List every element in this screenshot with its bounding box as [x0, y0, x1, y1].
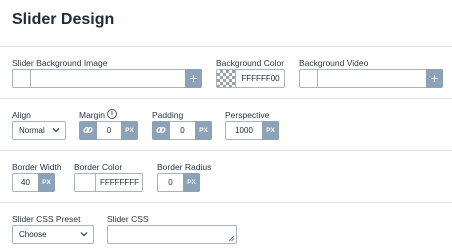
align-select[interactable]: Normal: [12, 121, 66, 140]
background-image-label: Slider Background Image: [12, 58, 108, 68]
padding-field[interactable]: 0 PX: [152, 121, 212, 140]
border-width-label: Border Width: [12, 162, 62, 172]
padding-unit[interactable]: PX: [195, 121, 212, 140]
css-preset-label: Slider CSS Preset: [12, 214, 81, 224]
border-color-value: FFFFFFFF: [99, 178, 140, 187]
chevron-down-icon: [80, 232, 88, 237]
margin-label: Margin: [79, 110, 105, 120]
chevron-down-icon: [52, 128, 60, 133]
padding-link-button[interactable]: [152, 121, 170, 140]
plus-icon: +: [430, 70, 439, 86]
padding-value: 0: [180, 126, 185, 135]
divider: [0, 46, 452, 47]
add-background-video-button[interactable]: +: [426, 69, 443, 88]
perspective-unit[interactable]: PX: [262, 121, 279, 140]
background-color-value: FFFFFF00: [241, 74, 280, 83]
border-radius-value: 0: [168, 178, 173, 187]
perspective-label: Perspective: [225, 110, 270, 120]
divider: [0, 98, 452, 99]
background-color-field[interactable]: FFFFFF00: [216, 69, 285, 88]
align-label: Align: [12, 110, 31, 120]
border-width-unit[interactable]: PX: [38, 173, 55, 192]
page-title: Slider Design: [12, 11, 115, 28]
add-background-image-button[interactable]: +: [185, 69, 202, 88]
background-video-field[interactable]: +: [299, 69, 443, 88]
background-video-label: Background Video: [299, 58, 369, 68]
transparent-swatch-icon[interactable]: [217, 70, 236, 87]
border-radius-label: Border Radius: [157, 162, 212, 172]
border-width-field[interactable]: 40 PX: [12, 173, 55, 192]
align-value: Normal: [19, 126, 45, 135]
info-icon[interactable]: i: [107, 109, 117, 119]
css-preset-select[interactable]: Choose: [12, 225, 94, 244]
margin-field[interactable]: 0 PX: [79, 121, 138, 140]
margin-link-button[interactable]: [79, 121, 97, 140]
image-preview-separator: [30, 70, 31, 87]
background-color-label: Background Color: [216, 58, 285, 68]
video-preview-separator: [317, 70, 318, 87]
border-radius-field[interactable]: 0 PX: [157, 173, 200, 192]
background-image-field[interactable]: +: [12, 69, 202, 88]
slider-css-label: Slider CSS: [107, 214, 149, 224]
border-color-field[interactable]: FFFFFFFF: [74, 173, 143, 192]
margin-unit[interactable]: PX: [121, 121, 138, 140]
border-radius-unit[interactable]: PX: [183, 173, 200, 192]
plus-icon: +: [189, 70, 198, 86]
padding-label: Padding: [152, 110, 184, 120]
css-preset-value: Choose: [19, 230, 47, 239]
border-color-label: Border Color: [74, 162, 123, 172]
link-icon: [156, 127, 166, 133]
resize-grip-icon[interactable]: [228, 235, 235, 242]
slider-css-textarea[interactable]: [107, 225, 237, 244]
perspective-value: 1000: [235, 126, 253, 135]
link-icon: [83, 127, 93, 133]
divider: [0, 202, 452, 203]
border-width-value: 40: [21, 178, 30, 187]
perspective-field[interactable]: 1000 PX: [225, 121, 279, 140]
color-swatch[interactable]: [75, 174, 96, 191]
divider: [0, 150, 452, 151]
margin-value: 0: [106, 126, 112, 135]
